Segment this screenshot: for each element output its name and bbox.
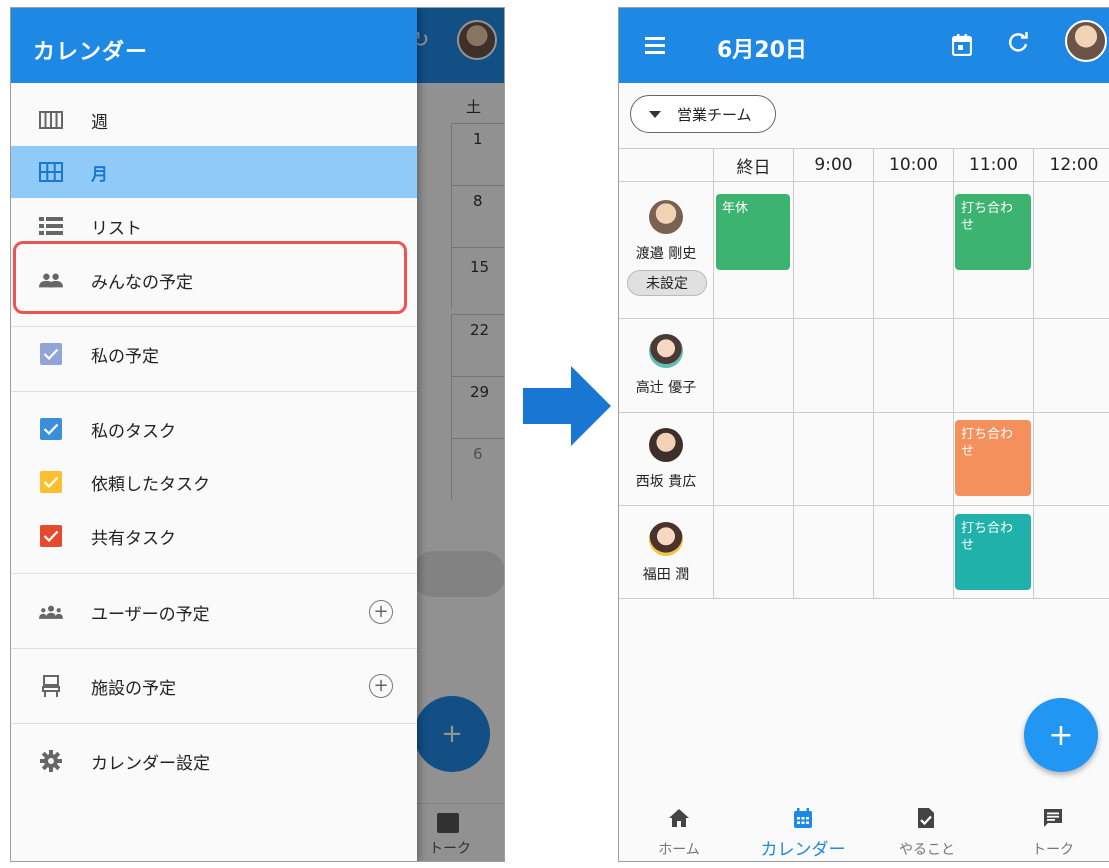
divider xyxy=(11,391,417,392)
nav-calendar[interactable]: カレンダー xyxy=(743,793,863,861)
menu-icon[interactable] xyxy=(645,37,665,54)
menu-item-label: ユーザーの予定 xyxy=(91,604,210,625)
avatar xyxy=(649,334,683,368)
person-name[interactable]: 西坂 貴広 xyxy=(619,471,713,491)
avatar[interactable] xyxy=(1065,20,1107,62)
chat-icon xyxy=(1042,807,1064,829)
event-block[interactable]: 年休 xyxy=(716,194,790,270)
avatar xyxy=(649,522,683,556)
column-line xyxy=(953,181,954,598)
team-selector[interactable]: 営業チーム xyxy=(630,95,776,133)
event-block[interactable]: 打ち合わせ xyxy=(955,514,1031,590)
column-header: 10:00 xyxy=(873,148,953,181)
facility-icon xyxy=(39,675,63,697)
column-line xyxy=(873,181,874,598)
check-icon xyxy=(40,343,62,365)
nav-label: カレンダー xyxy=(760,840,846,860)
list-view-icon xyxy=(39,215,63,237)
today-calendar-icon[interactable] xyxy=(951,34,973,60)
nav-home[interactable]: ホーム xyxy=(619,793,739,861)
row-separator xyxy=(619,598,1109,599)
menu-item-label: 依頼したタスク xyxy=(91,474,210,495)
status-badge[interactable]: 未設定 xyxy=(627,270,707,296)
nav-todo[interactable]: やること xyxy=(867,793,987,861)
home-icon xyxy=(668,807,690,829)
nav-label: やること xyxy=(899,842,955,858)
avatar xyxy=(649,200,683,234)
divider xyxy=(11,573,417,574)
drawer-title: カレンダー xyxy=(11,8,417,83)
menu-item-requested-tasks[interactable]: 依頼したタスク xyxy=(11,456,417,508)
check-icon xyxy=(40,418,62,440)
my-tasks-checkbox[interactable] xyxy=(39,418,63,440)
my-schedule-checkbox[interactable] xyxy=(39,343,63,365)
add-user-schedule-icon[interactable]: + xyxy=(369,600,393,624)
menu-item-label: 私の予定 xyxy=(91,346,159,367)
right-phone-screen: 6月20日 営業チーム 終日 9:00 10:00 11:00 12:00 渡邉… xyxy=(618,7,1109,862)
app-bar: 6月20日 xyxy=(619,8,1109,83)
highlight-annotation xyxy=(13,241,407,314)
event-block[interactable]: 打ち合わせ xyxy=(955,420,1031,496)
column-header: 終日 xyxy=(713,148,793,181)
row-separator xyxy=(619,412,1109,413)
column-header: 9:00 xyxy=(793,148,873,181)
column-header: 11:00 xyxy=(953,148,1033,181)
calendar-icon xyxy=(792,807,814,829)
check-icon xyxy=(40,525,62,547)
requested-tasks-checkbox[interactable] xyxy=(39,471,63,493)
column-line xyxy=(713,181,714,598)
menu-item-label: 月 xyxy=(91,164,108,185)
menu-item-my-schedule[interactable]: 私の予定 xyxy=(11,328,417,380)
team-label: 営業チーム xyxy=(677,105,752,124)
event-block[interactable]: 打ち合わせ xyxy=(955,194,1031,270)
page-title: 6月20日 xyxy=(717,38,807,63)
grid-corner xyxy=(619,148,713,181)
add-event-button[interactable]: + xyxy=(1024,698,1098,772)
menu-item-facility-schedule[interactable]: 施設の予定 + xyxy=(11,660,417,712)
person-name[interactable]: 渡邉 剛史 xyxy=(619,243,713,263)
menu-item-week[interactable]: 週 xyxy=(11,94,417,146)
person-name[interactable]: 福田 潤 xyxy=(619,564,713,584)
menu-item-month[interactable]: 月 xyxy=(11,146,417,198)
transition-arrow xyxy=(523,366,611,446)
bottom-navigation: ホーム カレンダー やること トーク xyxy=(619,793,1109,861)
week-view-icon xyxy=(39,109,63,131)
menu-item-label: 共有タスク xyxy=(91,528,176,549)
gear-icon xyxy=(39,750,63,772)
menu-item-label: カレンダー設定 xyxy=(91,753,210,774)
dropdown-triangle-icon xyxy=(649,110,661,118)
column-header: 12:00 xyxy=(1033,148,1109,181)
column-line xyxy=(793,181,794,598)
menu-item-user-schedule[interactable]: ユーザーの予定 + xyxy=(11,586,417,638)
row-separator xyxy=(619,505,1109,506)
row-separator xyxy=(619,181,1109,182)
column-line xyxy=(1033,181,1034,598)
divider xyxy=(11,326,417,327)
menu-item-calendar-settings[interactable]: カレンダー設定 xyxy=(11,735,417,787)
avatar xyxy=(649,428,683,462)
shared-tasks-checkbox[interactable] xyxy=(39,525,63,547)
menu-item-my-tasks[interactable]: 私のタスク xyxy=(11,403,417,455)
nav-label: トーク xyxy=(1032,842,1074,858)
refresh-icon[interactable] xyxy=(1007,32,1029,58)
menu-item-label: 施設の予定 xyxy=(91,678,176,699)
divider xyxy=(11,723,417,724)
row-separator xyxy=(619,318,1109,319)
left-phone-screen: ↻ 土 1 8 15 22 29 6 + トーク カレンダー 週 月 リスト み… xyxy=(10,7,505,862)
check-icon xyxy=(40,471,62,493)
navigation-drawer: カレンダー 週 月 リスト みんなの予定 私の予定 私のタスク 依頼したタスク … xyxy=(11,8,417,861)
nav-label: ホーム xyxy=(658,842,700,858)
todo-icon xyxy=(916,807,938,829)
person-name[interactable]: 高辻 優子 xyxy=(619,377,713,397)
group-icon xyxy=(39,601,63,623)
month-view-icon xyxy=(39,161,63,183)
divider xyxy=(11,648,417,649)
menu-item-label: リスト xyxy=(91,218,142,239)
menu-item-label: 私のタスク xyxy=(91,421,176,442)
menu-item-label: 週 xyxy=(91,112,108,133)
menu-item-shared-tasks[interactable]: 共有タスク xyxy=(11,510,417,562)
nav-talk[interactable]: トーク xyxy=(993,793,1109,861)
add-facility-schedule-icon[interactable]: + xyxy=(369,674,393,698)
